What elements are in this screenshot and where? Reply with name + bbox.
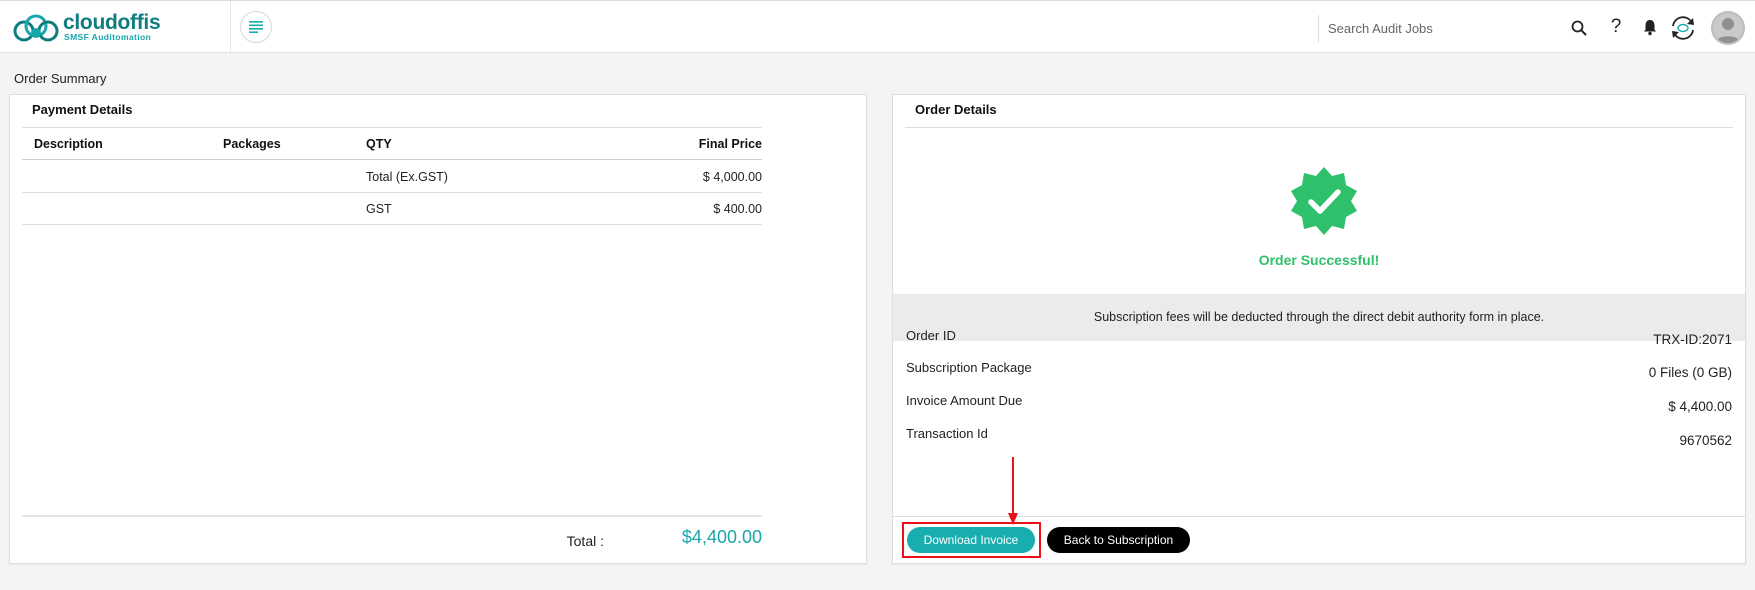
row-price: $ 400.00 <box>713 202 762 216</box>
payment-details-heading: Payment Details <box>32 102 133 117</box>
search-icon[interactable] <box>1570 19 1588 37</box>
logo-tagline: SMSF Auditomation <box>64 32 152 42</box>
total-label: Total : <box>566 533 604 549</box>
column-header-qty: QTY <box>366 137 392 151</box>
annotation-arrow <box>1008 457 1018 525</box>
menu-toggle-button[interactable] <box>240 11 272 43</box>
order-success-message: Order Successful! <box>1258 252 1380 268</box>
invoice-amount-value: $ 4,400.00 <box>1668 399 1732 414</box>
divider <box>22 192 762 193</box>
subscription-package-value: 0 Files (0 GB) <box>1648 365 1732 380</box>
divider <box>893 516 1745 517</box>
order-id-value: TRX-ID:2071 <box>1653 332 1732 347</box>
order-details-card: Order Details Order Successful! Subscrip… <box>892 94 1746 564</box>
column-header-description: Description <box>34 137 103 151</box>
sync-icon[interactable] <box>1668 13 1698 43</box>
back-to-subscription-button[interactable]: Back to Subscription <box>1047 527 1190 553</box>
avatar[interactable] <box>1711 11 1745 45</box>
divider <box>1318 15 1319 43</box>
help-icon[interactable]: ? <box>1608 15 1624 39</box>
page-title: Order Summary <box>14 71 107 86</box>
debit-notice: Subscription fees will be deducted throu… <box>893 294 1745 341</box>
divider <box>22 159 762 160</box>
transaction-id-label: Transaction Id <box>906 426 988 441</box>
search-input[interactable] <box>1328 16 1558 40</box>
divider <box>22 515 762 517</box>
cloud-logo-icon <box>13 14 59 42</box>
top-bar: cloudoffis SMSF Auditomation ? <box>0 0 1755 53</box>
subscription-package-label: Subscription Package <box>906 360 1032 375</box>
divider <box>22 127 762 128</box>
success-check-icon <box>1291 167 1357 235</box>
row-qty: Total (Ex.GST) <box>366 170 448 184</box>
logo[interactable]: cloudoffis SMSF Auditomation <box>12 11 232 45</box>
divider <box>905 127 1733 128</box>
user-avatar-icon <box>1716 18 1740 43</box>
total-value: $4,400.00 <box>681 527 762 547</box>
transaction-id-value: 9670562 <box>1679 433 1732 448</box>
divider <box>230 1 231 53</box>
order-id-label: Order ID <box>906 328 956 343</box>
row-qty: GST <box>366 202 392 216</box>
order-details-heading: Order Details <box>915 102 997 117</box>
divider <box>22 224 762 225</box>
column-header-packages: Packages <box>223 137 281 151</box>
invoice-amount-label: Invoice Amount Due <box>906 393 1023 408</box>
bell-icon[interactable] <box>1641 18 1659 36</box>
column-header-final-price: Final Price <box>698 137 762 151</box>
menu-icon <box>249 21 263 33</box>
payment-details-card: Payment Details Description Packages QTY… <box>9 94 867 564</box>
row-price: $ 4,000.00 <box>702 170 762 184</box>
download-invoice-button[interactable]: Download Invoice <box>907 527 1035 553</box>
